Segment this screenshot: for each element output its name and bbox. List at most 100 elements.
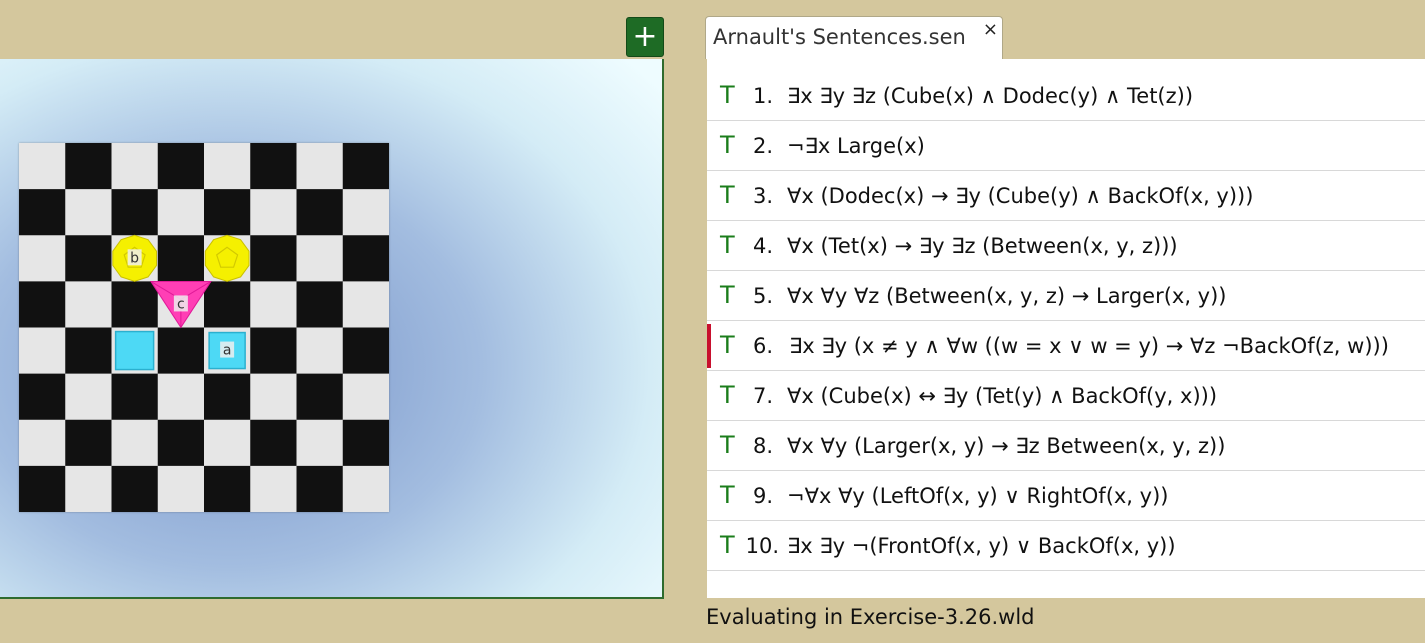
sentence-formula[interactable]: ∀x ∀y (Larger(x, y) → ∃z Between(x, y, z… [787, 434, 1225, 458]
board-square[interactable] [296, 143, 344, 190]
board-square[interactable] [342, 465, 389, 512]
board-square[interactable] [250, 235, 297, 282]
board-square[interactable] [157, 419, 205, 467]
board-square[interactable] [342, 189, 389, 236]
world-object-dodec[interactable]: b [112, 234, 157, 282]
add-object-button[interactable]: + [626, 17, 664, 57]
board-square[interactable] [157, 465, 205, 512]
world-object-cube[interactable] [114, 330, 155, 371]
board-square[interactable] [250, 419, 297, 467]
sentence-formula[interactable]: ∃x ∃y (x ≠ y ∧ ∀w ((w = x ∨ w = y) → ∀z … [789, 334, 1389, 358]
sentence-row-3[interactable]: T 3. ∀x (Dodec(x) → ∃y (Cube(y) ∧ BackOf… [707, 171, 1425, 221]
board-square[interactable] [250, 465, 297, 512]
board-square[interactable] [296, 373, 344, 421]
sentence-row-2[interactable]: T 2. ¬∃x Large(x) [707, 121, 1425, 171]
sentence-formula[interactable]: ∀x ∀y ∀z (Between(x, y, z) → Larger(x, y… [787, 284, 1227, 308]
board-square[interactable] [342, 235, 389, 282]
board-square[interactable] [296, 189, 344, 236]
close-icon[interactable]: × [983, 19, 998, 40]
board-square[interactable] [111, 143, 159, 190]
board-square[interactable] [204, 281, 251, 328]
sentence-row-9[interactable]: T 9. ¬∀x ∀y (LeftOf(x, y) ∨ RightOf(x, y… [707, 471, 1425, 521]
board-square[interactable] [19, 465, 66, 512]
board-square[interactable] [296, 465, 344, 512]
chessboard[interactable]: b c a [19, 143, 389, 512]
sentence-row-5[interactable]: T 5. ∀x ∀y ∀z (Between(x, y, z) → Larger… [707, 271, 1425, 321]
board-square[interactable] [19, 189, 66, 236]
board-square[interactable] [250, 143, 297, 190]
sentence-formula[interactable]: ∀x (Cube(x) ↔ ∃y (Tet(y) ∧ BackOf(y, x))… [787, 384, 1217, 408]
board-square[interactable] [19, 281, 66, 328]
board-square[interactable] [342, 281, 389, 328]
world-object-dodec[interactable] [204, 234, 250, 282]
board-square[interactable] [296, 327, 344, 375]
board-square[interactable] [342, 419, 389, 467]
board-square[interactable] [250, 327, 297, 375]
truth-value: T [720, 281, 735, 309]
sentence-formula[interactable]: ∃x ∃y ∃z (Cube(x) ∧ Dodec(y) ∧ Tet(z)) [787, 84, 1193, 108]
board-square[interactable] [65, 465, 112, 512]
board-square[interactable] [342, 143, 389, 190]
board-square[interactable] [250, 281, 297, 328]
board-square[interactable] [204, 419, 251, 467]
board-square[interactable] [342, 327, 389, 375]
sentence-list[interactable]: T 1. ∃x ∃y ∃z (Cube(x) ∧ Dodec(y) ∧ Tet(… [707, 59, 1425, 598]
board-square[interactable] [296, 281, 344, 328]
sentence-number: 8. [752, 434, 773, 458]
board-square[interactable] [19, 419, 66, 467]
board-square[interactable] [111, 465, 159, 512]
sentence-formula[interactable]: ∃x ∃y ¬(FrontOf(x, y) ∨ BackOf(x, y)) [787, 534, 1176, 558]
sentence-formula[interactable]: ∀x (Tet(x) → ∃y ∃z (Between(x, y, z))) [787, 234, 1178, 258]
truth-value: T [720, 431, 735, 459]
board-square[interactable] [204, 373, 251, 421]
board-square[interactable] [157, 373, 205, 421]
dodec-shape [204, 234, 250, 282]
sentence-formula[interactable]: ∀x (Dodec(x) → ∃y (Cube(y) ∧ BackOf(x, y… [787, 184, 1253, 208]
board-square[interactable] [204, 143, 251, 190]
world-view[interactable]: b c a [0, 59, 664, 599]
board-square[interactable] [65, 189, 112, 236]
sentence-row-10[interactable]: T 10. ∃x ∃y ¬(FrontOf(x, y) ∨ BackOf(x, … [707, 521, 1425, 571]
board-square[interactable] [65, 143, 112, 190]
board-square[interactable] [204, 465, 251, 512]
board-square[interactable] [296, 419, 344, 467]
board-square[interactable] [65, 327, 112, 375]
sentence-row-4[interactable]: T 4. ∀x (Tet(x) → ∃y ∃z (Between(x, y, z… [707, 221, 1425, 271]
board-square[interactable] [157, 235, 205, 282]
board-square[interactable] [342, 373, 389, 421]
board-square[interactable] [111, 281, 159, 328]
cube-shape [114, 330, 155, 371]
board-square[interactable] [250, 189, 297, 236]
sentence-formula[interactable]: ¬∀x ∀y (LeftOf(x, y) ∨ RightOf(x, y)) [787, 484, 1168, 508]
sentence-row-8[interactable]: T 8. ∀x ∀y (Larger(x, y) → ∃z Between(x,… [707, 421, 1425, 471]
object-label: c [177, 296, 185, 312]
board-square[interactable] [157, 143, 205, 190]
board-square[interactable] [65, 419, 112, 467]
board-square[interactable] [157, 327, 205, 375]
sentence-row-7[interactable]: T 7. ∀x (Cube(x) ↔ ∃y (Tet(y) ∧ BackOf(y… [707, 371, 1425, 421]
board-square[interactable] [296, 235, 344, 282]
sentence-row-6[interactable]: T 6. ∃x ∃y (x ≠ y ∧ ∀w ((w = x ∨ w = y) … [707, 321, 1425, 371]
sentence-number: 2. [752, 134, 773, 158]
board-square[interactable] [19, 373, 66, 421]
board-square[interactable] [250, 373, 297, 421]
board-square[interactable] [204, 189, 251, 236]
board-square[interactable] [65, 281, 112, 328]
board-square[interactable] [19, 235, 66, 282]
board-square[interactable] [111, 373, 159, 421]
sentence-row-1[interactable]: T 1. ∃x ∃y ∃z (Cube(x) ∧ Dodec(y) ∧ Tet(… [707, 71, 1425, 121]
tab-sentences-file[interactable]: Arnault's Sentences.sen × [705, 16, 1003, 59]
truth-value: T [720, 481, 735, 509]
board-square[interactable] [111, 419, 159, 467]
board-canvas[interactable]: b c a [19, 143, 389, 512]
board-square[interactable] [19, 327, 66, 375]
object-label: a [223, 343, 232, 359]
board-square[interactable] [111, 189, 159, 236]
world-object-cube[interactable]: a [208, 331, 246, 370]
board-square[interactable] [157, 189, 205, 236]
sentence-formula[interactable]: ¬∃x Large(x) [787, 134, 925, 158]
status-text: Evaluating in Exercise-3.26.wld [706, 605, 1035, 629]
board-square[interactable] [65, 235, 112, 282]
board-square[interactable] [65, 373, 112, 421]
board-square[interactable] [19, 143, 66, 190]
